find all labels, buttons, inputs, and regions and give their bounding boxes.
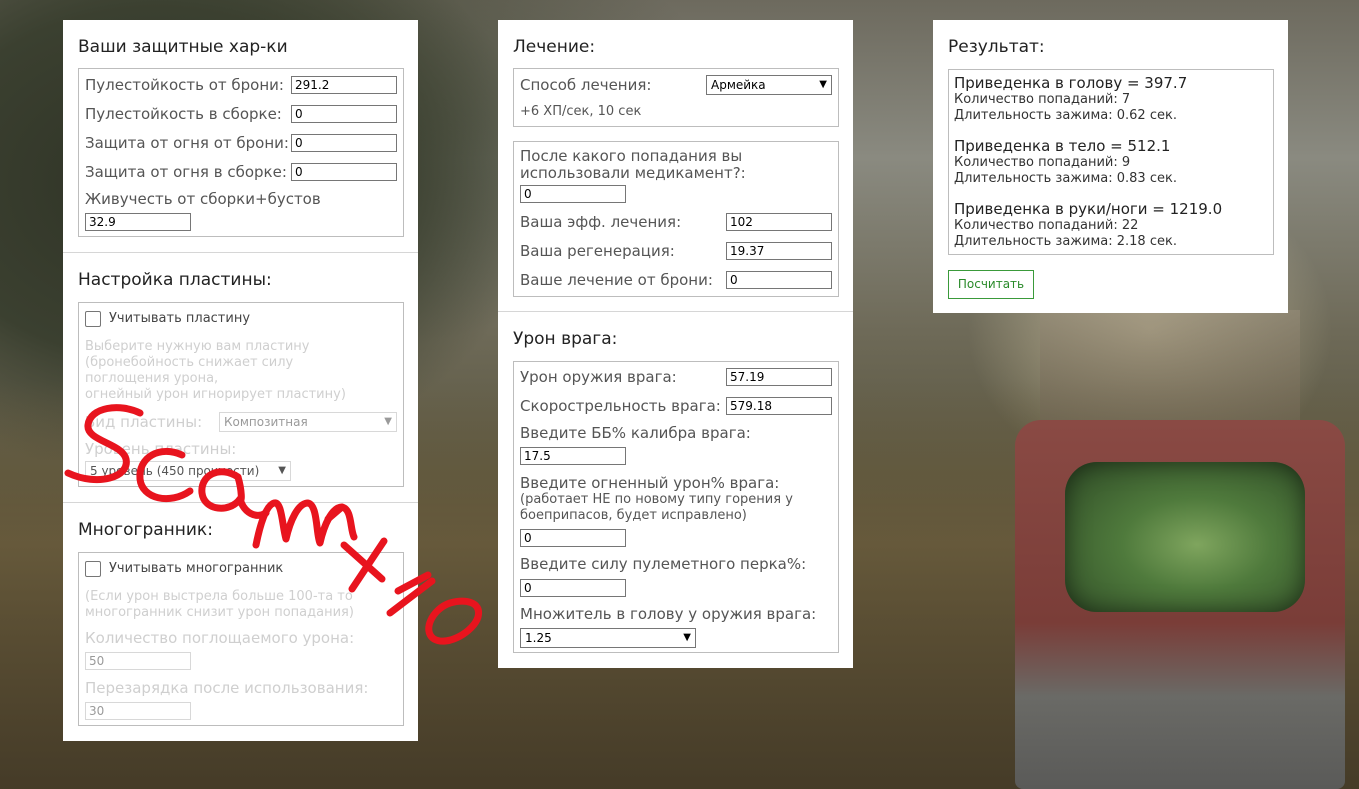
- divider: [498, 311, 853, 312]
- result-title: Результат:: [948, 37, 1045, 57]
- heal-eff-input[interactable]: [726, 213, 832, 231]
- result-body-duration: Длительность зажима: 0.83 сек.: [954, 171, 1177, 186]
- regen-label: Ваша регенерация:: [520, 242, 675, 260]
- enemy-bb-input[interactable]: [520, 447, 626, 465]
- result-head-value: Приведенка в голову = 397.7: [954, 74, 1188, 92]
- result-limbs-value: Приведенка в руки/ноги = 1219.0: [954, 200, 1223, 218]
- poly-box: Учитывать многогранник (Если урон выстре…: [78, 552, 404, 726]
- enemy-rate-input[interactable]: [726, 397, 832, 415]
- plate-type-select[interactable]: Композитная ▼: [219, 412, 397, 432]
- plate-note: Выберите нужную вам пластину (бронебойно…: [85, 339, 346, 402]
- after-hit-input[interactable]: [520, 185, 626, 203]
- vitality-label: Живучесть от сборки+бустов: [85, 190, 321, 208]
- result-box: Приведенка в голову = 397.7 Количество п…: [948, 69, 1274, 255]
- regen-input[interactable]: [726, 242, 832, 260]
- enemy-rate-label: Скорострельность врага:: [520, 397, 721, 415]
- defense-box: Пулестойкость от брони: Пулестойкость в …: [78, 68, 404, 237]
- mg-perk-label: Введите силу пулеметного перка%:: [520, 555, 807, 573]
- poly-absorb-input[interactable]: [85, 652, 191, 670]
- chevron-down-icon: ▼: [683, 632, 691, 643]
- healing-method-label: Способ лечения:: [520, 76, 652, 94]
- middle-panel: Лечение: Способ лечения: Армейка ▼ +6 ХП/…: [498, 20, 853, 668]
- left-panel: Ваши защитные хар-ки Пулестойкость от бр…: [63, 20, 418, 741]
- plate-type-label: Вид пластины:: [85, 413, 203, 431]
- mg-perk-input[interactable]: [520, 579, 626, 597]
- result-body-hits: Количество попаданий: 9: [954, 155, 1131, 170]
- heal-eff-label: Ваша эфф. лечения:: [520, 213, 682, 231]
- enemy-damage-input[interactable]: [726, 368, 832, 386]
- armor-fire-input[interactable]: [291, 134, 397, 152]
- poly-absorb-label: Количество поглощаемого урона:: [85, 629, 355, 647]
- after-hit-label: После какого попадания вы использовали м…: [520, 147, 746, 182]
- divider: [63, 502, 418, 503]
- poly-checkbox-label: Учитывать многогранник: [109, 561, 284, 576]
- enemy-box: Урон оружия врага: Скорострельность враг…: [513, 361, 839, 653]
- poly-cooldown-label: Перезарядка после использования:: [85, 679, 369, 697]
- background-pda-screen: [1065, 462, 1305, 612]
- plate-checkbox[interactable]: [85, 311, 101, 327]
- enemy-fire-input[interactable]: [520, 529, 626, 547]
- result-head-hits: Количество попаданий: 7: [954, 92, 1131, 107]
- enemy-title: Урон врага:: [513, 329, 618, 349]
- build-fire-label: Защита от огня в сборке:: [85, 163, 287, 181]
- healing-params-box: После какого попадания вы использовали м…: [513, 141, 839, 297]
- head-mult-select[interactable]: 1.25 ▼: [520, 628, 696, 648]
- defense-title: Ваши защитные хар-ки: [78, 37, 288, 57]
- plate-level-select[interactable]: 5 уровень (450 прочности) ▼: [85, 461, 291, 481]
- armor-heal-input[interactable]: [726, 271, 832, 289]
- enemy-bb-label: Введите ББ% калибра врага:: [520, 424, 751, 442]
- armor-heal-label: Ваше лечение от брони:: [520, 271, 713, 289]
- enemy-damage-label: Урон оружия врага:: [520, 368, 677, 386]
- plate-box: Учитывать пластину Выберите нужную вам п…: [78, 302, 404, 487]
- build-bullet-input[interactable]: [291, 105, 397, 123]
- healing-method-box: Способ лечения: Армейка ▼ +6 ХП/сек, 10 с…: [513, 68, 839, 127]
- result-head-duration: Длительность зажима: 0.62 сек.: [954, 108, 1177, 123]
- calculate-button[interactable]: Посчитать: [948, 270, 1034, 299]
- divider: [63, 252, 418, 253]
- armor-bullet-input[interactable]: [291, 76, 397, 94]
- poly-cooldown-input[interactable]: [85, 702, 191, 720]
- build-fire-input[interactable]: [291, 163, 397, 181]
- chevron-down-icon: ▼: [384, 416, 392, 427]
- background-tower: [1040, 310, 1300, 430]
- result-limbs-duration: Длительность зажима: 2.18 сек.: [954, 234, 1177, 249]
- armor-bullet-label: Пулестойкость от брони:: [85, 76, 284, 94]
- plate-title: Настройка пластины:: [78, 270, 272, 290]
- healing-title: Лечение:: [513, 37, 596, 57]
- armor-fire-label: Защита от огня от брони:: [85, 134, 289, 152]
- result-limbs-hits: Количество попаданий: 22: [954, 218, 1139, 233]
- poly-note: (Если урон выстрела больше 100-та то мно…: [85, 589, 354, 620]
- head-mult-label: Множитель в голову у оружия врага:: [520, 605, 817, 623]
- chevron-down-icon: ▼: [819, 79, 827, 90]
- result-body-value: Приведенка в тело = 512.1: [954, 137, 1171, 155]
- poly-checkbox[interactable]: [85, 561, 101, 577]
- plate-level-label: Уровень пластины:: [85, 440, 237, 458]
- healing-method-note: +6 ХП/сек, 10 сек: [520, 104, 642, 119]
- enemy-fire-label: Введите огненный урон% врага:: [520, 474, 780, 492]
- chevron-down-icon: ▼: [278, 465, 286, 476]
- enemy-fire-note: (работает НЕ по новому типу горения у бо…: [520, 492, 793, 523]
- poly-title: Многогранник:: [78, 520, 213, 540]
- result-panel: Результат: Приведенка в голову = 397.7 К…: [933, 20, 1288, 313]
- build-bullet-label: Пулестойкость в сборке:: [85, 105, 282, 123]
- vitality-input[interactable]: [85, 213, 191, 231]
- plate-checkbox-label: Учитывать пластину: [109, 311, 251, 326]
- healing-method-select[interactable]: Армейка ▼: [706, 75, 832, 95]
